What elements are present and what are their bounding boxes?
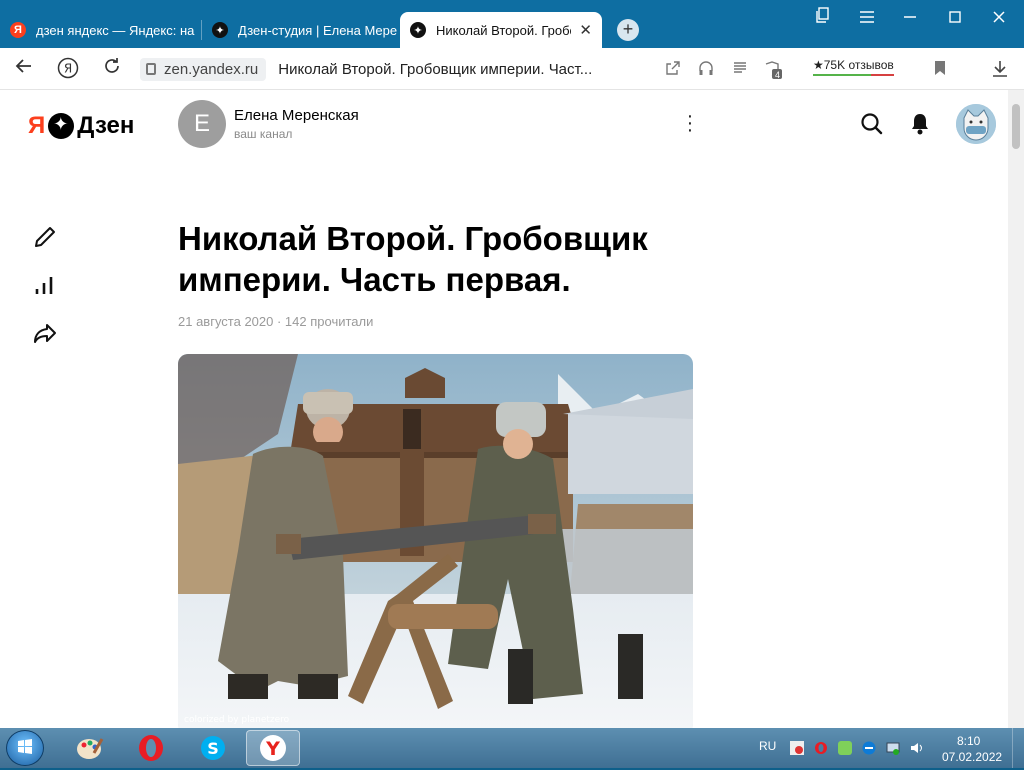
- yandex-icon: Я: [10, 22, 26, 38]
- channel-avatar[interactable]: E: [178, 100, 226, 148]
- yandex-home-button[interactable]: Я: [56, 57, 80, 81]
- user-avatar[interactable]: [956, 104, 996, 144]
- article-meta: 21 августа 2020 · 142 прочитали: [178, 314, 374, 329]
- new-tab-button[interactable]: +: [617, 19, 639, 41]
- page-scrollbar[interactable]: [1008, 90, 1024, 728]
- channel-name[interactable]: Елена Меренская: [234, 107, 359, 124]
- reviews-widget[interactable]: ★75K отзывов: [813, 58, 894, 76]
- close-tab-icon[interactable]: ✕: [579, 21, 592, 39]
- taskbar-paint-icon[interactable]: [62, 730, 116, 766]
- stats-icon[interactable]: [32, 273, 58, 299]
- tray-teamviewer-icon[interactable]: [862, 741, 876, 755]
- tab-yandex-search[interactable]: Я дзен яндекс — Яндекс: на: [0, 12, 200, 48]
- zen-icon: ✦: [212, 22, 228, 38]
- back-button[interactable]: [12, 57, 36, 81]
- url-domain: zen.yandex.ru: [164, 60, 259, 78]
- lock-icon: [146, 63, 156, 75]
- open-external-icon[interactable]: [664, 60, 682, 78]
- taskbar-opera-icon[interactable]: [124, 730, 178, 766]
- tray-network-icon[interactable]: [886, 741, 900, 755]
- channel-subtitle: ваш канал: [234, 127, 293, 141]
- photo-credit: colorized by planetzero: [184, 715, 290, 725]
- edit-pencil-icon[interactable]: [32, 224, 58, 250]
- article-photo[interactable]: colorized by planetzero: [178, 354, 693, 728]
- search-icon[interactable]: [860, 112, 884, 136]
- zen-icon: ✦: [410, 22, 426, 38]
- tray-volume-icon[interactable]: [910, 741, 924, 755]
- headphones-icon[interactable]: [697, 60, 715, 78]
- bookmark-icon[interactable]: [931, 60, 949, 78]
- svg-text:Y: Y: [265, 738, 280, 760]
- more-options-icon[interactable]: · · ·: [684, 106, 696, 140]
- url-page-title: Николай Второй. Гробовщик империи. Част.…: [278, 60, 593, 78]
- show-desktop-button[interactable]: [1012, 728, 1024, 768]
- tab-zen-studio[interactable]: ✦ Дзен-студия | Елена Мерен: [202, 12, 398, 48]
- logo-word: Дзен: [77, 112, 135, 139]
- tab-label: Дзен-студия | Елена Мерен: [238, 22, 398, 38]
- zen-logo[interactable]: Я Дзен: [28, 112, 134, 140]
- notifications-bell-icon[interactable]: [909, 112, 933, 136]
- protect-icon[interactable]: 4: [763, 60, 782, 80]
- tab-label: дзен яндекс — Яндекс: на: [36, 22, 195, 38]
- page-content: Я Дзен E Елена Меренская ваш канал ··· Н…: [0, 90, 1008, 728]
- windows-taskbar: S Y RU 8:10 07.02.2022: [0, 728, 1024, 768]
- reader-mode-icon[interactable]: [731, 60, 749, 78]
- download-icon[interactable]: [991, 60, 1009, 78]
- address-bar: Я zen.yandex.ru Николай Второй. Гробовщи…: [0, 48, 1024, 90]
- tab-article[interactable]: ✦ Николай Второй. Гробовщ ✕: [400, 12, 602, 48]
- tab-label: Николай Второй. Гробовщ: [436, 22, 571, 38]
- tab-bar: Я дзен яндекс — Яндекс: на ✦ Дзен-студия…: [0, 0, 1024, 48]
- start-button[interactable]: [6, 730, 44, 766]
- maximize-button[interactable]: [940, 6, 970, 30]
- article-title: Николай Второй. Гробовщик империи. Часть…: [178, 220, 648, 298]
- scrollbar-thumb[interactable]: [1012, 104, 1020, 149]
- reload-button[interactable]: [100, 57, 124, 81]
- svg-text:S: S: [207, 739, 219, 758]
- svg-text:Я: Я: [64, 62, 72, 76]
- reviews-label: ★75K отзывов: [813, 58, 894, 72]
- taskbar-skype-icon[interactable]: S: [186, 730, 240, 766]
- clock-date[interactable]: 07.02.2022: [942, 750, 1002, 764]
- url-field[interactable]: zen.yandex.ru Николай Второй. Гробовщик …: [140, 55, 592, 83]
- logo-ya: Я: [28, 112, 46, 139]
- zen-star-icon: [48, 113, 75, 139]
- bookmarks-panel-icon[interactable]: [808, 6, 838, 30]
- language-indicator[interactable]: RU: [759, 739, 776, 753]
- share-icon[interactable]: [32, 321, 58, 347]
- tray-app-icon[interactable]: [838, 741, 852, 755]
- clock-time[interactable]: 8:10: [957, 734, 980, 748]
- tray-opera-icon[interactable]: [814, 741, 828, 755]
- minimize-button[interactable]: [895, 6, 925, 30]
- close-window-button[interactable]: [984, 6, 1014, 30]
- protect-badge: 4: [775, 70, 781, 80]
- taskbar-yandex-browser-icon[interactable]: Y: [246, 730, 300, 766]
- tray-flag-icon[interactable]: [790, 741, 804, 755]
- hamburger-menu-icon[interactable]: [852, 6, 882, 30]
